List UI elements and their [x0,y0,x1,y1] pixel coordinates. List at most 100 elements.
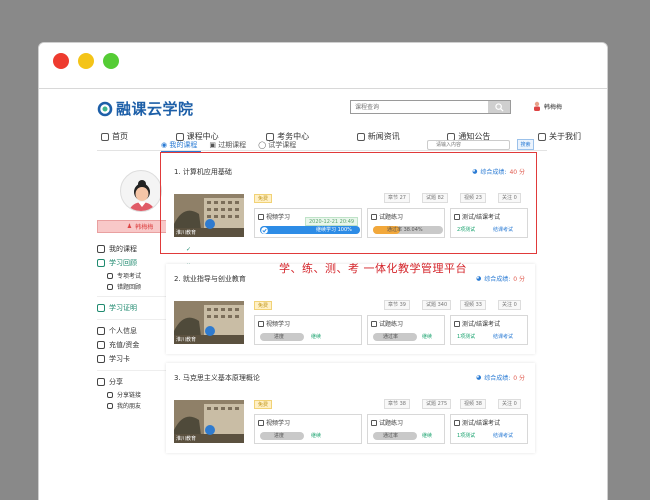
home-icon [101,132,109,141]
box-header: 视频学习 [258,418,290,427]
practice-box[interactable]: 试题练习 通过率 继续 [367,414,445,444]
course-search-input[interactable] [351,101,487,113]
sidebar-item-label: 学习卡 [109,355,130,363]
share-icon [97,378,105,386]
box-label: 视频学习 [266,420,291,427]
box-header: 视频学习 [258,319,290,328]
course-thumbnail[interactable]: 淮川教育 [174,400,244,443]
highlight-frame [160,152,537,254]
tab-expired-courses[interactable]: ▣ 过期课程 [209,140,246,150]
box-header: 测试/结课考试 [454,418,500,427]
thumbnail-label: 淮川教育 [176,337,197,343]
course-search [350,100,511,114]
tab-label: 过期课程 [218,141,247,149]
test-icon [454,320,460,327]
box-header: 试题练习 [371,319,403,328]
nav-home[interactable]: 首页 [101,131,128,142]
sidebar-item-label: 充值/资金 [109,341,140,349]
continue-practice-link[interactable]: 继续 [422,333,432,341]
minimize-window-button[interactable] [78,53,94,69]
video-study-box[interactable]: 视频学习 进度 继续 [254,414,362,444]
tab-trial-courses[interactable]: ◯ 试学课程 [258,140,296,150]
tab-label: 试学课程 [268,141,297,149]
course-score: ◕ 综合成绩: 0 分 [476,373,525,382]
course-title[interactable]: 3. 马克思主义基本原理概论 [174,373,260,383]
score-icon: ◕ [475,374,482,381]
video-study-box[interactable]: 视频学习 进度 继续 [254,315,362,345]
tab-my-courses[interactable]: ◉ 我的课程 [161,140,197,150]
sidebar-item-label: 个人信息 [109,327,137,335]
video-icon [258,320,264,327]
filter-search-button[interactable]: 搜索 [517,139,534,150]
practice-icon [371,320,377,327]
wrong-icon [107,283,113,290]
meta-follows: 关注 0 [498,300,521,310]
test-count[interactable]: 1项测试 [457,333,475,341]
practice-progress-bar[interactable]: 通过率 [373,432,417,440]
user-menu[interactable]: 韩梅梅 [533,101,562,111]
box-label: 测试/结课考试 [462,321,501,328]
avatar[interactable] [120,170,162,212]
practice-box[interactable]: 试题练习 通过率 继续 [367,315,445,345]
box-label: 测试/结课考试 [462,420,501,427]
user-name: 韩梅梅 [544,103,563,111]
test-box[interactable]: 测试/结课考试 1项测试 结课考试 [450,315,528,345]
course-title[interactable]: 2. 就业指导与创业教育 [174,274,246,284]
score-value: 0 分 [513,375,525,382]
progress-text: 进度 [274,334,285,340]
test-count[interactable]: 1项测试 [457,432,475,440]
search-button[interactable] [488,101,510,113]
progress-text: 通过率 [383,334,399,340]
profile-icon [97,327,105,335]
search-icon [494,102,504,112]
score-label: 综合成绩: [484,276,511,283]
card-icon [97,355,105,363]
video-progress-bar[interactable]: 进度 [260,333,304,341]
sidebar-item-label: 学习证明 [109,304,137,312]
logo-text: 融课云学院 [116,100,194,118]
final-exam-link[interactable]: 结课考试 [493,333,513,341]
maximize-window-button[interactable] [103,53,119,69]
friends-icon [107,402,113,409]
user-icon: ♟ [126,223,133,230]
final-exam-link[interactable]: 结课考试 [493,432,513,440]
free-badge: 免费 [254,400,273,409]
score-value: 0 分 [513,276,525,283]
test-box[interactable]: 测试/结课考试 1项测试 结课考试 [450,414,528,444]
box-header: 测试/结课考试 [454,319,500,328]
score-label: 综合成绩: [484,375,511,382]
logo-icon [97,101,113,116]
continue-practice-link[interactable]: 继续 [422,432,432,440]
box-header: 试题练习 [371,418,403,427]
course-card-3: 3. 马克思主义基本原理概论 ◕ 综合成绩: 0 分 淮川教育 免费 章节 38 试… [166,363,535,453]
close-window-button[interactable] [53,53,69,69]
avatar-illustration [129,180,155,211]
meta-chapters: 章节 39 [384,300,410,310]
continue-video-link[interactable]: 继续 [311,333,321,341]
thumbnail-label: 淮川教育 [176,436,197,442]
badge-name: 韩梅梅 [135,224,154,231]
progress-text: 通过率 [383,433,399,439]
continue-video-link[interactable]: 继续 [311,432,321,440]
sidebar-item-label: 学习回顾 [109,259,137,267]
meta-follows: 关注 0 [498,399,521,409]
meta-questions: 试题 340 [422,300,452,310]
video-progress-bar[interactable]: 进度 [260,432,304,440]
nav-about[interactable]: 关于我们 [537,131,581,142]
free-badge: 免费 [254,301,273,310]
box-label: 视频学习 [266,321,291,328]
site-logo[interactable]: 融课云学院 [97,98,194,119]
title-bar [39,43,607,89]
video-icon [258,419,264,426]
sidebar-item-label: 分享 [109,378,123,386]
course-score: ◕ 综合成绩: 0 分 [476,274,525,283]
course-filter-input[interactable] [427,140,510,150]
wallet-icon [97,341,105,349]
course-thumbnail[interactable]: 淮川教育 [174,301,244,344]
about-icon [537,132,546,141]
certificate-icon [97,304,105,312]
practice-icon [371,419,377,426]
score-icon: ◕ [475,275,482,282]
exam-icon [107,272,113,279]
practice-progress-bar[interactable]: 通过率 [373,333,417,341]
